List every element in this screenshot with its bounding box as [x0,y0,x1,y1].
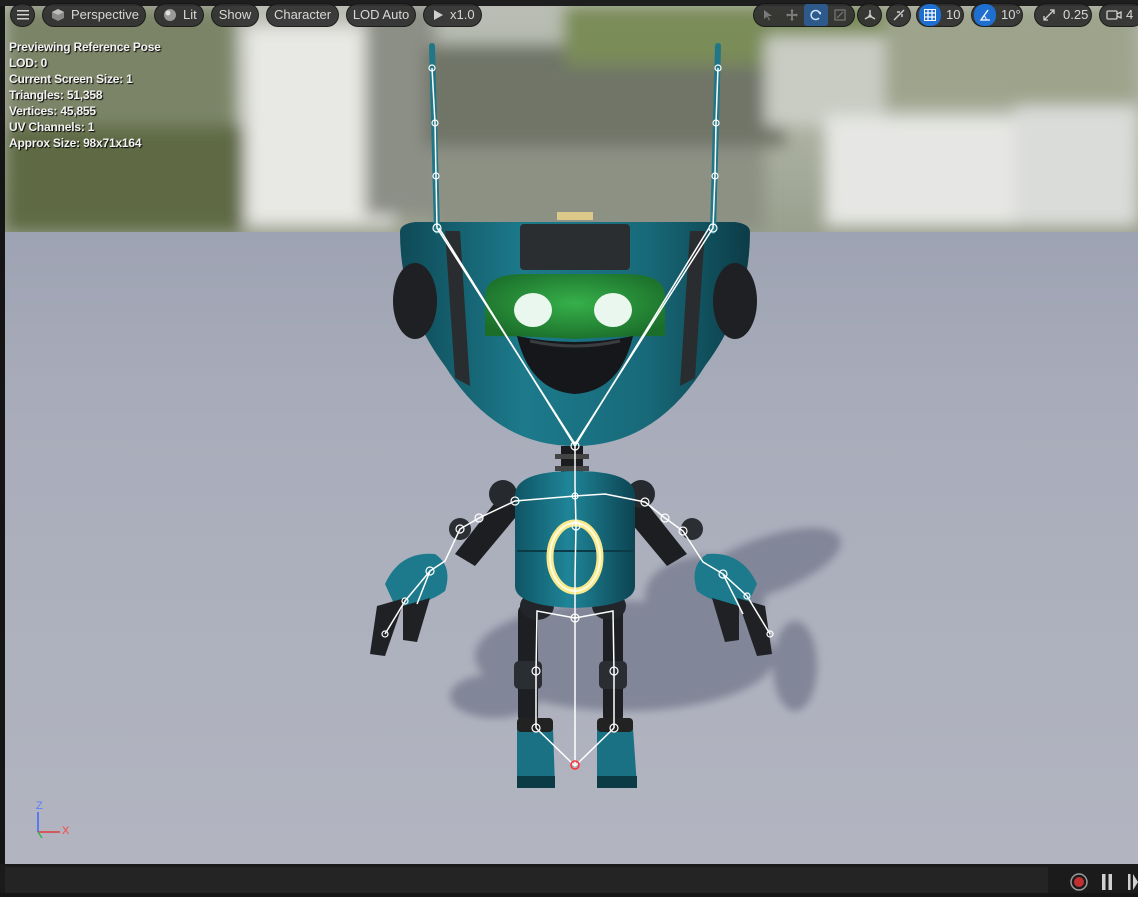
hamburger-menu-icon [16,10,29,20]
scale-snap-value: 0.25 [1063,7,1089,22]
pause-icon [1102,874,1112,890]
grid-snap-group[interactable]: 10 [916,3,964,27]
cube-icon [52,9,64,21]
scale-snap-icon [1043,9,1055,21]
camera-icon [1106,10,1122,20]
background-environment [5,6,1138,232]
rotate-icon [810,9,821,21]
play-icon [434,10,443,20]
lod-label: LOD Auto [352,7,410,22]
lit-sphere-icon [164,9,176,21]
play-speed-label: x1.0 [450,7,475,22]
step-forward-button[interactable] [1126,873,1138,891]
move-arrows-icon [786,9,798,21]
world-local-toggle[interactable] [857,3,882,27]
perspective-label: Perspective [71,7,139,22]
axis-x-label: X [62,825,70,837]
surface-snap-toggle[interactable] [886,3,911,27]
timeline-panel[interactable] [5,867,1048,893]
stats-lod: LOD: 0 [9,56,48,70]
scene-render [5,6,1138,864]
show-button[interactable]: Show [211,3,259,27]
stats-screen-size: Current Screen Size: 1 [9,72,133,86]
step-forward-icon [1128,874,1138,890]
preview-viewport[interactable]: Previewing Reference Pose LOD: 0 Current… [5,6,1138,864]
character-label: Character [273,7,332,22]
scale-tool-button[interactable] [828,4,852,26]
coordinate-system-icon [864,10,875,20]
stats-triangles: Triangles: 51,358 [9,88,103,102]
stats-approx-size: Approx Size: 98x71x164 [9,136,142,150]
record-button[interactable] [1069,872,1089,892]
rotation-snap-group[interactable]: 10° [971,3,1023,27]
surface-snap-icon [893,9,904,21]
pause-button[interactable] [1099,873,1115,891]
show-label: Show [218,7,252,22]
camera-speed-group[interactable]: 4 [1099,3,1138,27]
rotation-snap-value: 10° [1001,7,1021,22]
lod-button[interactable]: LOD Auto [346,3,416,27]
play-speed-button[interactable]: x1.0 [423,3,482,27]
grid-icon [924,9,936,21]
camera-speed-value: 4 [1126,7,1134,22]
angle-icon [979,9,990,21]
stats-uv-channels: UV Channels: 1 [9,120,95,134]
viewport-stats: Previewing Reference Pose LOD: 0 Current… [9,39,161,151]
grid-snap-toggle[interactable] [919,4,941,26]
translate-tool-button[interactable] [780,4,804,26]
stats-vertices: Vertices: 45,855 [9,104,96,118]
pointer-icon [764,10,772,21]
axis-gizmo: Z X [30,800,80,842]
rotate-tool-button[interactable] [804,4,828,26]
lit-label: Lit [183,7,197,22]
transform-tools-group [753,3,855,27]
record-icon [1070,873,1088,891]
select-tool-button[interactable] [756,4,780,26]
scale-icon [834,9,846,21]
lit-button[interactable]: Lit [154,3,204,27]
character-button[interactable]: Character [266,3,339,27]
rotation-snap-toggle[interactable] [974,4,996,26]
viewport-options-button[interactable] [10,3,35,27]
scale-snap-group[interactable]: 0.25 [1034,3,1092,27]
axis-z-label: Z [36,800,43,812]
perspective-button[interactable]: Perspective [42,3,146,27]
stats-preview-mode: Previewing Reference Pose [9,40,161,54]
grid-snap-value: 10 [946,7,961,22]
